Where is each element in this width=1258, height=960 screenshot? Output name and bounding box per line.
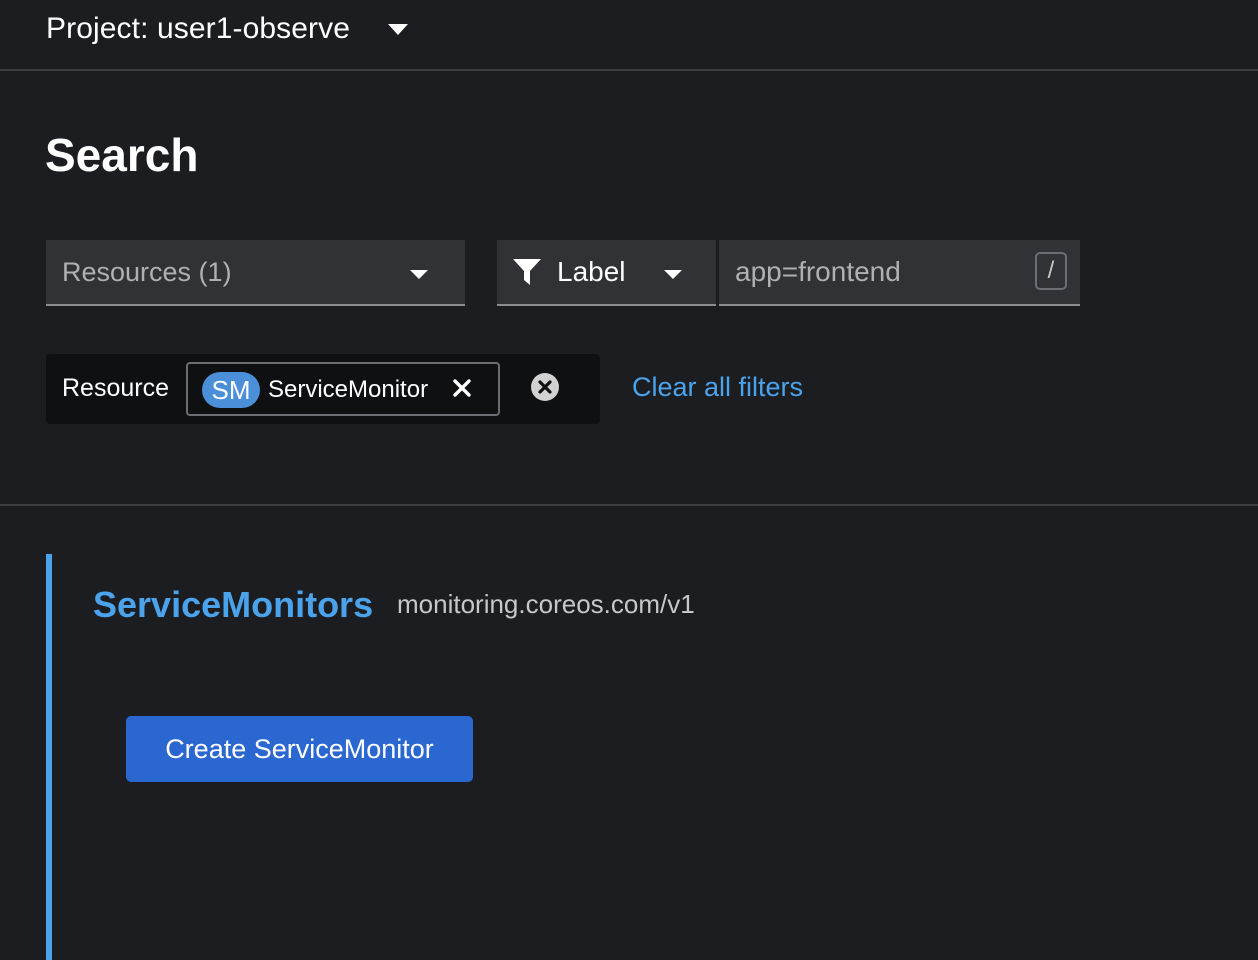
clear-group-button[interactable] [530,372,560,402]
label-search-input[interactable] [719,240,1019,304]
project-label: Project: user1-observe [46,12,351,45]
page-title: Search [45,129,199,181]
label-search-field: / [719,240,1080,306]
filter-type-select[interactable]: Label [497,240,716,306]
times-circle-icon [531,373,559,401]
search-result-section: ServiceMonitors monitoring.coreos.com/v1… [46,554,1258,960]
resource-chip: SM ServiceMonitor [186,362,500,416]
remove-chip-button[interactable] [450,372,476,404]
resources-select-label: Resources (1) [62,256,232,287]
create-servicemonitor-button[interactable]: Create ServiceMonitor [126,716,473,782]
project-bar: Project: user1-observe [0,0,1258,71]
caret-down-icon [410,270,428,279]
result-title-link[interactable]: ServiceMonitors [93,584,373,626]
filter-type-label: Label [557,256,626,287]
filter-icon [513,259,541,285]
resource-badge: SM [202,372,260,408]
filter-chip-group: Resource SM ServiceMonitor [46,354,600,424]
chip-label: ServiceMonitor [268,376,429,403]
clear-all-filters-link[interactable]: Clear all filters [632,372,803,403]
section-divider [0,504,1258,506]
chip-group-label: Resource [62,374,169,402]
caret-down-icon [388,23,409,35]
api-group-label: monitoring.coreos.com/v1 [397,589,695,619]
resources-select[interactable]: Resources (1) [46,240,465,306]
keyboard-shortcut-hint: / [1035,252,1067,290]
project-dropdown[interactable]: Project: user1-observe [46,8,409,50]
close-icon [453,379,471,397]
caret-down-icon [664,270,682,279]
